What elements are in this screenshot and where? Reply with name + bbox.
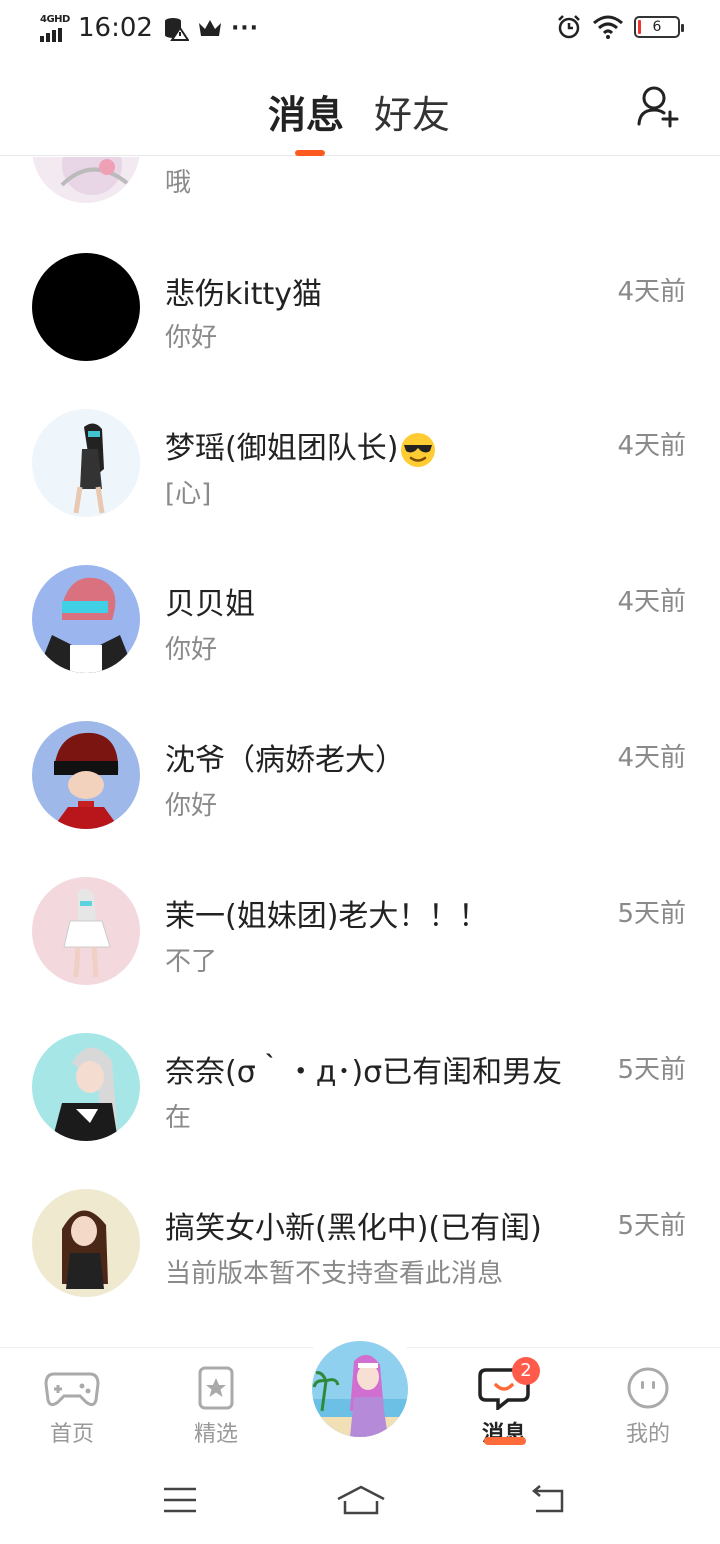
crown-icon: [198, 20, 221, 36]
message-preview: 当前版本暂不支持查看此消息: [165, 1259, 504, 1289]
alarm-icon: [558, 15, 580, 39]
active-tab-indicator: [295, 150, 325, 156]
conversation-row[interactable]: 搞笑女小新(黑化中)(已有闺) 当前版本暂不支持查看此消息 5天前: [0, 1173, 720, 1329]
contact-name: 悲伤kitty猫: [165, 277, 322, 312]
nav-home[interactable]: 首页: [22, 1366, 122, 1448]
wifi-icon: [593, 15, 623, 39]
message-preview: 不了: [165, 947, 218, 977]
message-preview: 你好: [165, 791, 218, 821]
message-time: 4天前: [617, 743, 686, 773]
contact-name: 梦瑶(御姐团队长): [165, 423, 436, 468]
conversation-row[interactable]: 奈奈(σ｀・д･)σ已有闺和男友 在 5天前: [0, 1017, 720, 1173]
message-preview: [心]: [165, 479, 212, 509]
conversation-row[interactable]: 茉一(姐妹团)老大！！！ 不了 5天前: [0, 861, 720, 1017]
avatar: [32, 1033, 140, 1141]
status-bar: 4GHD 16:02 ··· 6: [0, 0, 720, 58]
nav-mine-label: 我的: [625, 1422, 670, 1447]
conversation-row[interactable]: 贝贝姐 你好 4天前: [0, 549, 720, 705]
gamepad-icon: [44, 1372, 100, 1407]
message-time: 4天前: [617, 587, 686, 617]
message-preview: 哦: [165, 168, 192, 198]
database-warning-icon: [164, 18, 189, 41]
message-list: 哦 悲伤kitty猫 你好 4天前 梦瑶(御姐团队长) [心] 4天前 贝贝姐 …: [0, 157, 720, 1347]
smiley-face-icon: [627, 1367, 669, 1409]
message-time: 5天前: [617, 899, 686, 929]
battery-icon: 6: [634, 16, 684, 38]
avatar: [32, 877, 140, 985]
message-preview: 在: [165, 1103, 192, 1133]
message-preview: 你好: [165, 323, 218, 353]
add-user-icon[interactable]: [636, 84, 680, 128]
nav-featured[interactable]: 精选: [166, 1366, 266, 1448]
conversation-row[interactable]: 哦: [0, 157, 720, 237]
avatar: [32, 409, 140, 517]
status-time: 16:02: [78, 13, 153, 43]
battery-level: 6: [652, 19, 662, 35]
conversation-row[interactable]: 悲伤kitty猫 你好 4天前: [0, 237, 720, 393]
contact-name: 奈奈(σ｀・д･)σ已有闺和男友: [165, 1055, 563, 1090]
avatar: [32, 565, 140, 673]
contact-name: 贝贝姐: [165, 587, 255, 622]
contact-name: 搞笑女小新(黑化中)(已有闺): [165, 1211, 542, 1246]
star-bookmark-icon: [198, 1366, 234, 1410]
avatar: [32, 253, 140, 361]
avatar: [32, 721, 140, 829]
menu-icon[interactable]: [162, 1483, 198, 1517]
tab-friends[interactable]: 好友: [374, 84, 450, 139]
back-icon[interactable]: [530, 1483, 566, 1517]
nav-home-label: 首页: [49, 1422, 94, 1447]
message-preview: 你好: [165, 635, 218, 665]
system-nav-bar: [0, 1457, 720, 1544]
message-time: 5天前: [617, 1211, 686, 1241]
sunglasses-emoji: [401, 432, 436, 467]
nav-messages[interactable]: 消息: [454, 1366, 554, 1448]
conversation-row[interactable]: 梦瑶(御姐团队长) [心] 4天前: [0, 393, 720, 549]
home-icon[interactable]: [336, 1483, 386, 1517]
unread-badge: 2: [512, 1357, 540, 1385]
contact-name-text: 梦瑶(御姐团队长): [165, 431, 399, 466]
avatar: [32, 1189, 140, 1297]
contact-name: 沈爷（病娇老大）: [165, 743, 405, 778]
conversation-row[interactable]: 沈爷（病娇老大） 你好 4天前: [0, 705, 720, 861]
nav-featured-label: 精选: [193, 1422, 238, 1447]
message-time: 4天前: [617, 431, 686, 461]
character-avatar-image: [312, 1341, 408, 1437]
network-type: 4GHD: [40, 14, 70, 25]
message-time: 5天前: [617, 1055, 686, 1085]
avatar: [32, 157, 140, 203]
tab-messages[interactable]: 消息: [268, 84, 344, 139]
cellular-signal-icon: 4GHD: [40, 14, 72, 42]
more-dots-icon: ···: [230, 15, 260, 41]
top-header: 消息 好友: [0, 58, 720, 156]
nav-mine[interactable]: 我的: [598, 1366, 698, 1448]
active-nav-indicator: [484, 1437, 526, 1445]
center-create-button[interactable]: [312, 1341, 408, 1437]
contact-name: 茉一(姐妹团)老大！！！: [165, 899, 489, 934]
message-time: 4天前: [617, 277, 686, 307]
